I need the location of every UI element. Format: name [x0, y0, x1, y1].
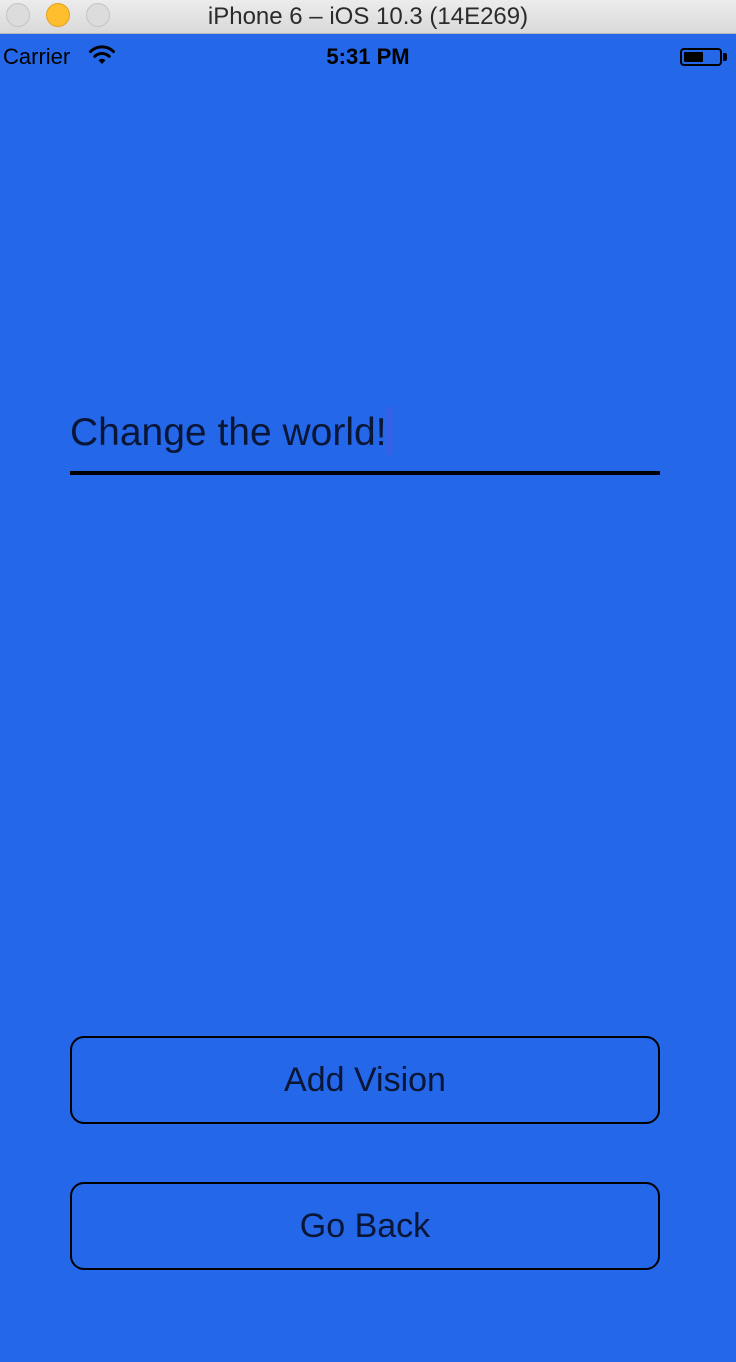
- battery-level-fill: [684, 52, 703, 62]
- vision-input-value: Change the world!: [70, 411, 387, 454]
- window-title: iPhone 6 – iOS 10.3 (14E269): [207, 3, 529, 30]
- add-vision-button[interactable]: Add Vision: [70, 1036, 660, 1124]
- text-caret: [387, 407, 391, 455]
- status-time: 5:31 PM: [326, 44, 410, 69]
- battery-icon: [680, 48, 722, 66]
- field-underline: [70, 471, 660, 475]
- battery-tip: [723, 53, 727, 61]
- vision-text-field[interactable]: Change the world!: [70, 395, 660, 475]
- simulator-title-bar: iPhone 6 – iOS 10.3 (14E269): [0, 0, 736, 34]
- go-back-button[interactable]: Go Back: [70, 1182, 660, 1270]
- vision-input[interactable]: Change the world!: [70, 407, 391, 455]
- status-bar: Carrier 5:31 PM: [0, 34, 736, 78]
